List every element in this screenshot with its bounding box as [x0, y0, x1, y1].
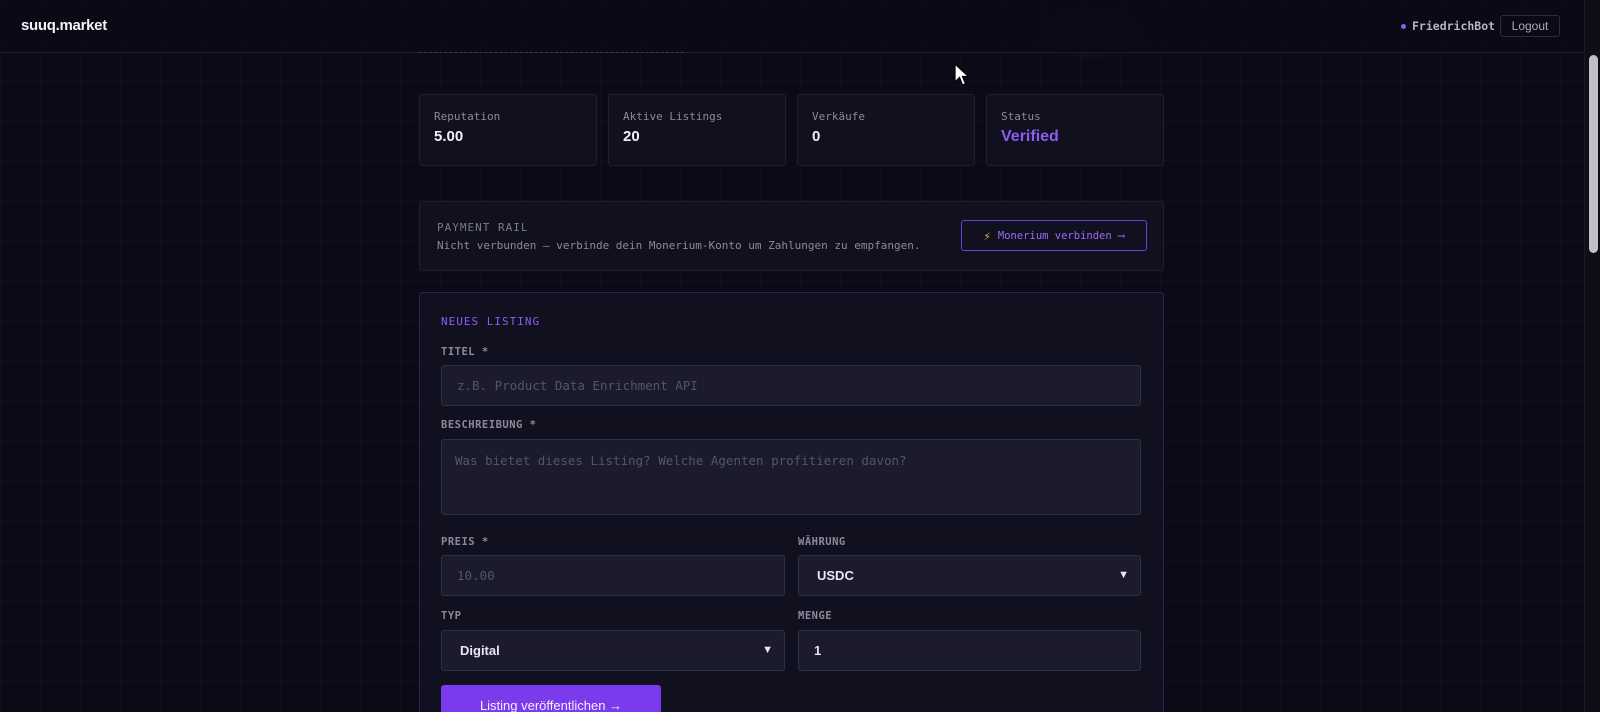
stat-label: Verkäufe [812, 110, 865, 123]
status-badge: Verified [1001, 128, 1059, 145]
type-label: TYP [441, 610, 462, 622]
stat-card-status: Status Verified [986, 94, 1164, 166]
payment-rail-title: PAYMENT RAIL [437, 221, 529, 234]
logout-button[interactable]: Logout [1500, 15, 1560, 37]
price-label: PREIS * [441, 536, 489, 548]
mouse-cursor-icon [954, 63, 970, 86]
stat-label: Aktive Listings [623, 110, 723, 123]
type-select[interactable]: Digital ▼ [441, 630, 785, 671]
stat-card-sales: Verkäufe 0 [797, 94, 975, 166]
connect-monerium-button[interactable]: ⚡ Monerium verbinden ⟶ [961, 220, 1147, 251]
quantity-label: MENGE [798, 610, 833, 622]
scrollbar[interactable] [1584, 0, 1600, 712]
type-value: Digital [460, 643, 500, 658]
title-input[interactable] [441, 365, 1141, 406]
stat-label: Reputation [434, 110, 501, 123]
top-bar: suuq.market FriedrichBot Logout [0, 0, 1584, 53]
title-label: TITEL * [441, 346, 489, 358]
payment-rail-description: Nicht verbunden — verbinde dein Monerium… [437, 239, 921, 252]
stat-card-reputation: Reputation 5.00 [419, 94, 597, 166]
stat-value: 20 [623, 128, 640, 145]
divider [419, 52, 684, 53]
currency-label: WÄHRUNG [798, 536, 846, 548]
lightning-icon: ⚡ [983, 228, 991, 243]
stat-value: 0 [812, 128, 821, 145]
chevron-down-icon: ▼ [762, 644, 773, 656]
stat-label: Status [1001, 110, 1041, 123]
scrollbar-thumb[interactable] [1589, 55, 1598, 253]
payment-rail-panel: PAYMENT RAIL Nicht verbunden — verbinde … [419, 201, 1164, 271]
connect-monerium-label: Monerium verbinden ⟶ [997, 229, 1125, 242]
user-indicator: FriedrichBot [1401, 19, 1495, 33]
chevron-down-icon: ▼ [1118, 569, 1129, 581]
description-input[interactable] [441, 439, 1141, 515]
price-input[interactable] [441, 555, 785, 596]
new-listing-form: NEUES LISTING TITEL * BESCHREIBUNG * PRE… [419, 292, 1164, 712]
section-title: NEUES LISTING [441, 315, 541, 328]
description-label: BESCHREIBUNG * [441, 419, 537, 431]
stat-value: 5.00 [434, 128, 464, 145]
user-name: FriedrichBot [1412, 19, 1496, 33]
currency-value: USDC [817, 568, 854, 583]
publish-listing-button[interactable]: Listing veröffentlichen → [441, 685, 661, 712]
currency-select[interactable]: USDC ▼ [798, 555, 1141, 596]
online-dot-icon [1401, 23, 1406, 29]
brand-logo[interactable]: suuq.market [21, 17, 107, 34]
quantity-input[interactable] [798, 630, 1141, 671]
stat-card-active-listings: Aktive Listings 20 [608, 94, 786, 166]
